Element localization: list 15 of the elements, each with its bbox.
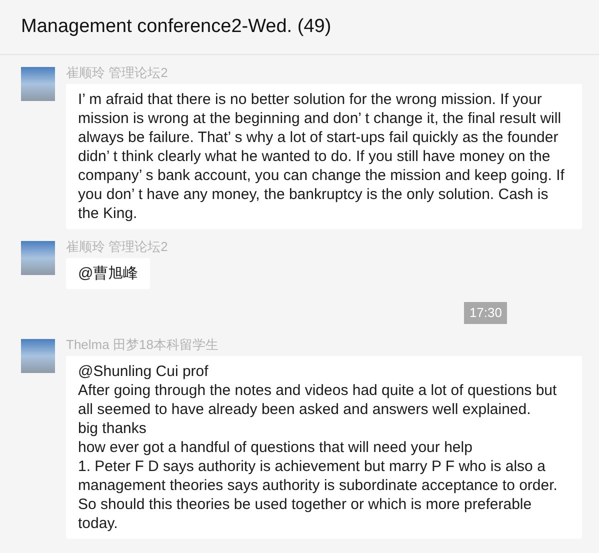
message-text: @曹旭峰	[78, 264, 138, 283]
message-text: how ever got a handful of questions that will need your help	[78, 438, 474, 456]
sender-name: Thelma 田梦18本科留学生	[66, 336, 218, 352]
timestamp: 17:30	[464, 302, 507, 324]
sender-name: 崔顺玲 管理论坛2	[66, 239, 168, 255]
message-text: big thanks	[78, 418, 148, 438]
message-text: After going through the notes and videos had quite a lot of questions but all seemed to have already been asked and answers well explained.	[78, 380, 558, 418]
sender-name: 崔顺玲 管理论坛2	[66, 65, 168, 81]
avatar-photo-placeholder	[21, 241, 55, 275]
window-title: Management conference2-Wed. (49)	[21, 14, 332, 39]
message-text: @Shunling Cui prof	[78, 362, 210, 380]
message-text: I’ m afraid that there is no better solution for the wrong mission. If your mission is wrong at the beginning and don’ t change it, the final result will always be failure. That’ s why a lot of start-ups fail quickly as the founder didn’ t think clearly what he wanted to do. If you still have money on the company’ s bank account, you can change the mission and keep going. If you don’ t have any money, the bankruptcy is the only solution. Cash is the King.	[78, 90, 566, 223]
message-text: 1. Peter F D says authority is achievement but marry P F who is also a management theories says authority is subordinate acceptance to order. So should this theories be used together or which is more preferable today.	[78, 456, 558, 532]
avatar-photo-placeholder	[21, 67, 55, 101]
avatar-photo-placeholder	[21, 338, 55, 372]
